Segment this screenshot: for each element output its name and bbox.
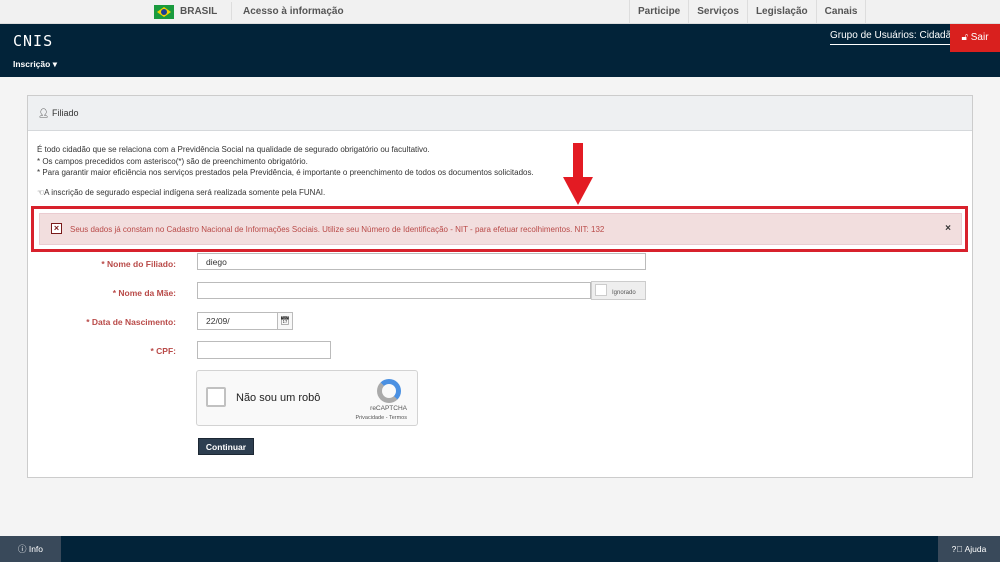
user-group: Grupo de Usuários: Cidadão bbox=[830, 30, 957, 45]
user-icon: 👤︎ bbox=[38, 108, 50, 118]
app-header: CNIS Inscrição ▾ Grupo de Usuários: Cida… bbox=[0, 24, 1000, 77]
calendar-icon[interactable]: 📅︎ bbox=[277, 312, 293, 330]
error-icon: × bbox=[51, 223, 62, 234]
caret-down-icon: ▾ bbox=[52, 59, 57, 69]
data-nascimento-input[interactable]: 22/09/ bbox=[197, 312, 278, 330]
footer: ⓘ Info ?⃝ Ajuda bbox=[0, 536, 1000, 562]
nav-participe[interactable]: Participe bbox=[629, 0, 688, 24]
nome-mae-input[interactable] bbox=[197, 282, 591, 299]
divider bbox=[231, 2, 232, 20]
red-arrow-annotation bbox=[563, 143, 593, 205]
recaptcha-links[interactable]: Privacidade - Termos bbox=[355, 415, 407, 421]
alert-message: Seus dados já constam no Cadastro Nacion… bbox=[70, 225, 605, 234]
menu-label: Inscrição bbox=[13, 59, 51, 69]
info-icon: ⓘ bbox=[17, 544, 27, 554]
help-button[interactable]: ?⃝ Ajuda bbox=[938, 536, 1000, 562]
info-label: Info bbox=[28, 544, 44, 554]
ignorado-toggle[interactable]: Ignorado bbox=[591, 281, 646, 300]
close-alert-button[interactable]: × bbox=[945, 223, 951, 234]
recaptcha-logo-icon bbox=[377, 379, 401, 403]
intro-text: É todo cidadão que se relaciona com a Pr… bbox=[37, 144, 534, 179]
ignorado-checkbox[interactable] bbox=[595, 284, 607, 296]
unlock-icon: 🔓︎ bbox=[961, 32, 968, 43]
nav-canais[interactable]: Canais bbox=[815, 0, 867, 24]
panel-header: 👤︎ Filiado bbox=[28, 96, 972, 131]
funai-text: A inscrição de segurado especial indígen… bbox=[44, 188, 326, 197]
help-icon: ?⃝ bbox=[951, 544, 963, 554]
inscricao-menu[interactable]: Inscrição ▾ bbox=[13, 59, 57, 70]
recaptcha-checkbox[interactable] bbox=[206, 387, 226, 407]
help-label: Ajuda bbox=[964, 544, 987, 554]
intro-line: É todo cidadão que se relaciona com a Pr… bbox=[37, 145, 430, 154]
cpf-input[interactable] bbox=[197, 341, 331, 359]
gov-bar: BRASIL Acesso à informação Participe Ser… bbox=[0, 0, 1000, 24]
nome-mae-label: * Nome da Mãe: bbox=[112, 288, 176, 298]
nav-legislacao[interactable]: Legislação bbox=[746, 0, 816, 24]
cnis-logo[interactable]: CNIS bbox=[13, 32, 53, 50]
acesso-informacao-link[interactable]: Acesso à informação bbox=[243, 6, 344, 17]
funai-note: ☜A inscrição de segurado especial indíge… bbox=[37, 188, 325, 197]
logout-label: Sair bbox=[970, 32, 989, 43]
gov-nav: Participe Serviços Legislação Canais bbox=[629, 0, 867, 24]
recaptcha-text: Não sou um robô bbox=[236, 392, 321, 404]
data-nascimento-label: * Data de Nascimento: bbox=[86, 317, 176, 327]
continuar-button[interactable]: Continuar bbox=[198, 438, 254, 455]
recaptcha-brand: reCAPTCHA bbox=[370, 405, 407, 412]
nav-servicos[interactable]: Serviços bbox=[688, 0, 747, 24]
recaptcha-widget: Não sou um robô reCAPTCHA Privacidade - … bbox=[196, 370, 418, 426]
logout-button[interactable]: 🔓︎ Sair bbox=[950, 24, 1000, 52]
intro-line: * Para garantir maior eficiência nos ser… bbox=[37, 168, 534, 177]
ignorado-label: Ignorado bbox=[612, 290, 636, 296]
info-button[interactable]: ⓘ Info bbox=[0, 536, 61, 562]
cpf-label: * CPF: bbox=[150, 346, 177, 356]
nome-filiado-input[interactable]: diego bbox=[197, 253, 646, 270]
error-alert: × Seus dados já constam no Cadastro Naci… bbox=[39, 213, 962, 245]
intro-line: * Os campos precedidos com asterisco(*) … bbox=[37, 156, 308, 166]
brazil-flag-icon bbox=[154, 5, 174, 19]
panel-title: Filiado bbox=[51, 108, 79, 118]
brasil-link[interactable]: BRASIL bbox=[180, 6, 217, 17]
nome-filiado-label: * Nome do Filiado: bbox=[101, 259, 176, 269]
